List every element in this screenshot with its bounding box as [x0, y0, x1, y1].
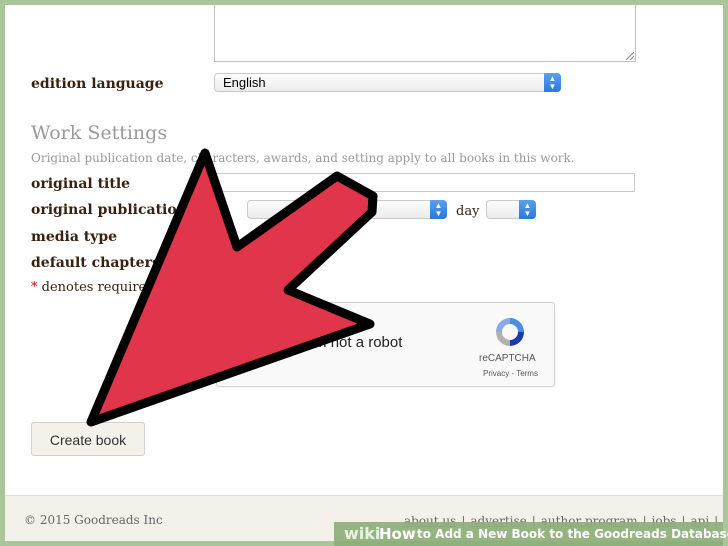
- wikihow-article-title: to Add a New Book to the Goodreads Datab…: [417, 527, 728, 541]
- wikihow-logo-how: How: [379, 525, 416, 543]
- pointing-arrow-icon: [86, 148, 378, 427]
- wikihow-logo-wiki: wiki: [344, 524, 381, 543]
- page-frame: edition language English ▲ ▼ Work Setting…: [5, 5, 723, 541]
- wikihow-banner: wiki How to Add a New Book to the Goodre…: [334, 522, 728, 546]
